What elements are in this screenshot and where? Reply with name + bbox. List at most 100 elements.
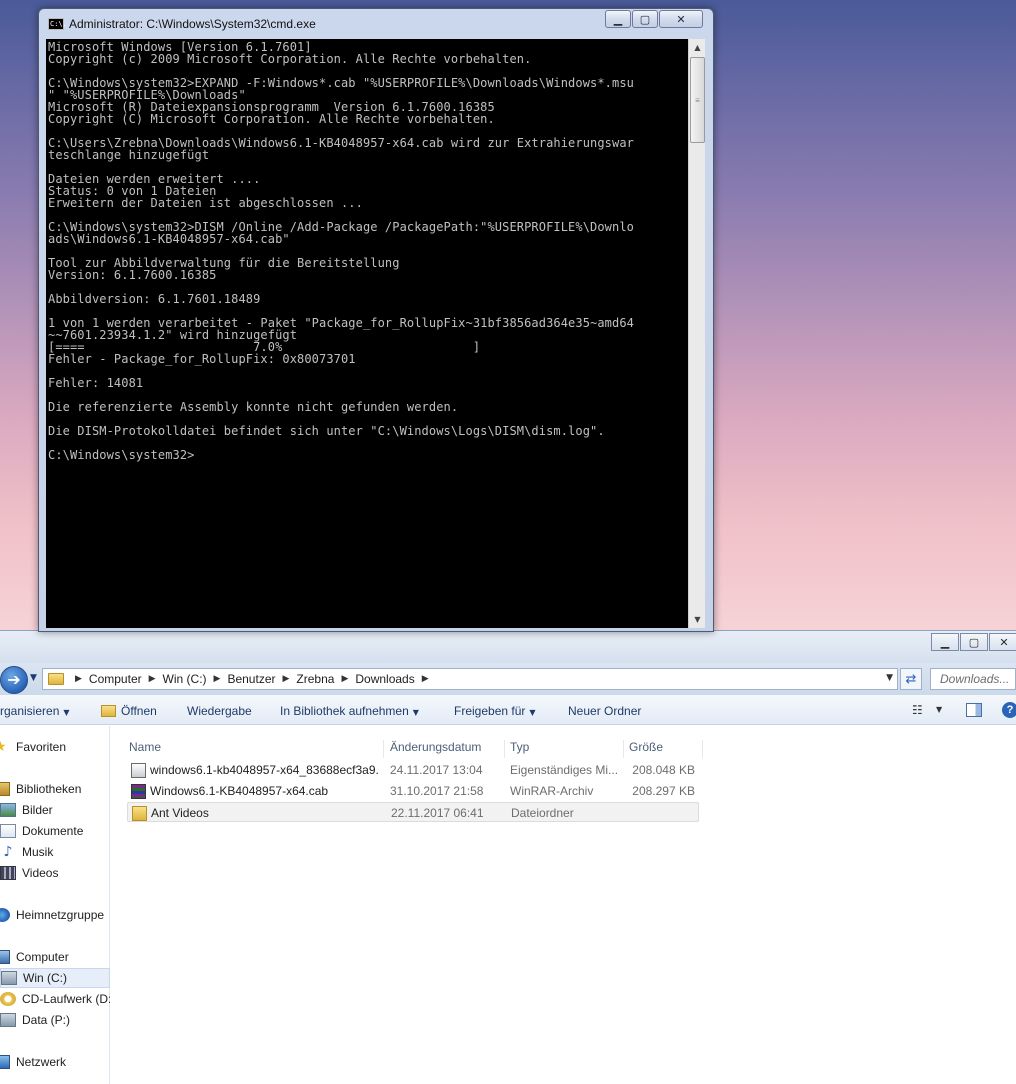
file-name: windows6.1-kb4048957-x64_83688ecf3a9... bbox=[150, 763, 380, 777]
file-name: Ant Videos bbox=[151, 806, 209, 820]
new-folder-label: Neuer Ordner bbox=[568, 704, 642, 718]
breadcrumb-separator-icon[interactable]: ▶ bbox=[149, 674, 156, 684]
file-row[interactable]: Windows6.1-KB4048957-x64.cab 31.10.2017 … bbox=[127, 781, 699, 801]
play-label: Wiedergabe bbox=[187, 704, 252, 718]
file-type: WinRAR-Archiv bbox=[510, 784, 594, 798]
history-dropdown-icon[interactable]: ▼ bbox=[30, 673, 37, 683]
nav-item-pictures[interactable]: Bilder bbox=[0, 800, 110, 820]
address-dropdown-icon[interactable]: ▼ bbox=[886, 673, 893, 683]
console-scrollbar[interactable]: ▲ ≡ ▼ bbox=[688, 39, 705, 628]
scroll-down-arrow-icon[interactable]: ▼ bbox=[689, 611, 706, 628]
organize-button[interactable]: rganisieren ▼ bbox=[0, 704, 70, 718]
help-icon[interactable]: ? bbox=[1002, 702, 1016, 718]
file-date: 31.10.2017 21:58 bbox=[390, 784, 484, 798]
breadcrumb-win-c[interactable]: Win (C:) bbox=[163, 672, 207, 686]
cmd-window-title: Administrator: C:\Windows\System32\cmd.e… bbox=[69, 17, 316, 31]
file-list: Name Änderungsdatum Typ Größe windows6.1… bbox=[111, 726, 1016, 1084]
column-header-size[interactable]: Größe bbox=[625, 740, 703, 758]
nav-item-label: Bibliotheken bbox=[16, 782, 82, 796]
explorer-minimize-button[interactable]: ▁ bbox=[931, 633, 959, 651]
nav-item-cd-drive[interactable]: CD-Laufwerk (D: bbox=[0, 989, 110, 1009]
windows-drive-icon bbox=[1, 971, 17, 985]
file-size: 208.048 KB bbox=[632, 763, 695, 777]
network-icon bbox=[0, 1055, 10, 1069]
breadcrumb-separator-icon[interactable]: ▶ bbox=[341, 674, 348, 684]
breadcrumb-separator-icon[interactable]: ▶ bbox=[282, 674, 289, 684]
file-type: Eigenständiges Mi... bbox=[510, 763, 619, 777]
cmd-maximize-button[interactable]: ▢ bbox=[632, 10, 658, 28]
scrollbar-thumb[interactable]: ≡ bbox=[690, 57, 705, 143]
file-date: 22.11.2017 06:41 bbox=[391, 806, 484, 820]
homegroup-icon bbox=[0, 908, 10, 922]
refresh-icon[interactable]: ⇄ bbox=[900, 668, 922, 690]
cmd-window: C:\. Administrator: C:\Windows\System32\… bbox=[38, 8, 714, 632]
chevron-down-icon: ▼ bbox=[412, 708, 419, 717]
drive-icon bbox=[0, 1013, 16, 1027]
address-bar[interactable]: ▶ Computer ▶ Win (C:) ▶ Benutzer ▶ Zrebn… bbox=[42, 668, 898, 690]
nav-item-label: CD-Laufwerk (D: bbox=[22, 992, 110, 1006]
nav-item-label: Bilder bbox=[22, 803, 53, 817]
scroll-up-arrow-icon[interactable]: ▲ bbox=[689, 39, 706, 56]
nav-item-label: Heimnetzgruppe bbox=[16, 908, 105, 922]
view-options-dropdown-icon[interactable]: ▼ bbox=[936, 705, 942, 714]
explorer-close-button[interactable]: ✕ bbox=[989, 633, 1016, 651]
file-type: Dateiordner bbox=[511, 806, 574, 820]
nav-item-label: Musik bbox=[22, 845, 54, 859]
column-header-name[interactable]: Name bbox=[125, 740, 384, 758]
organize-label: rganisieren bbox=[0, 704, 60, 718]
command-bar: rganisieren ▼ Öffnen Wiedergabe In Biblio… bbox=[0, 695, 1016, 725]
breadcrumb-zrebna[interactable]: Zrebna bbox=[296, 672, 334, 686]
nav-item-label: Videos bbox=[22, 866, 59, 880]
cmd-app-icon[interactable]: C:\. bbox=[48, 18, 67, 30]
column-header-date[interactable]: Änderungsdatum bbox=[386, 740, 505, 758]
explorer-titlebar: ▁ ▢ ✕ bbox=[0, 631, 1016, 663]
console-output[interactable]: Microsoft Windows [Version 6.1.7601] Cop… bbox=[46, 39, 688, 628]
video-film-icon bbox=[0, 866, 16, 880]
nav-item-label: Win (C:) bbox=[23, 971, 67, 985]
share-with-button[interactable]: Freigeben für ▼ bbox=[454, 704, 536, 718]
nav-item-favorites[interactable]: ★ Favoriten bbox=[0, 737, 110, 757]
include-library-label: In Bibliothek aufnehmen bbox=[280, 704, 409, 718]
column-header-type[interactable]: Typ bbox=[506, 740, 624, 758]
open-button[interactable]: Öffnen bbox=[101, 704, 157, 718]
file-size: 208.297 KB bbox=[632, 784, 695, 798]
nav-item-homegroup[interactable]: Heimnetzgruppe bbox=[0, 905, 110, 925]
breadcrumb-computer[interactable]: Computer bbox=[89, 672, 142, 686]
explorer-maximize-button[interactable]: ▢ bbox=[960, 633, 988, 651]
breadcrumb-benutzer[interactable]: Benutzer bbox=[227, 672, 275, 686]
chevron-down-icon: ▼ bbox=[529, 708, 536, 717]
nav-item-label: Favoriten bbox=[16, 740, 67, 754]
breadcrumb-downloads[interactable]: Downloads bbox=[355, 672, 414, 686]
back-arrow-icon[interactable]: ➔ bbox=[0, 666, 28, 694]
preview-pane-icon[interactable] bbox=[966, 703, 982, 717]
music-note-icon: ♪ bbox=[3, 844, 13, 860]
cmd-minimize-button[interactable]: ▁ bbox=[605, 10, 631, 28]
cmd-close-button[interactable]: ✕ bbox=[659, 10, 703, 28]
open-label: Öffnen bbox=[121, 704, 157, 718]
nav-item-win-c[interactable]: Win (C:) bbox=[0, 968, 110, 988]
breadcrumb-separator-icon[interactable]: ▶ bbox=[422, 674, 429, 684]
nav-item-network[interactable]: Netzwerk bbox=[0, 1052, 110, 1072]
nav-item-videos[interactable]: Videos bbox=[0, 863, 110, 883]
breadcrumb-separator-icon[interactable]: ▶ bbox=[75, 674, 82, 684]
nav-item-computer[interactable]: Computer bbox=[0, 947, 110, 967]
nav-item-libraries[interactable]: Bibliotheken bbox=[0, 779, 110, 799]
search-input[interactable]: Downloads... bbox=[930, 668, 1016, 690]
folder-icon bbox=[132, 806, 147, 821]
breadcrumb-separator-icon[interactable]: ▶ bbox=[214, 674, 221, 684]
file-row[interactable]: Ant Videos 22.11.2017 06:41 Dateiordner bbox=[127, 802, 699, 822]
new-folder-button[interactable]: Neuer Ordner bbox=[568, 704, 641, 718]
change-view-icon[interactable]: ☷ bbox=[912, 703, 923, 717]
pictures-icon bbox=[0, 803, 16, 817]
navigation-pane: ★ Favoriten Bibliotheken Bilder Dokument… bbox=[0, 726, 110, 1084]
nav-item-music[interactable]: ♪ Musik bbox=[0, 842, 110, 862]
nav-item-label: Netzwerk bbox=[16, 1055, 67, 1069]
nav-item-documents[interactable]: Dokumente bbox=[0, 821, 110, 841]
library-icon bbox=[0, 782, 10, 796]
play-button[interactable]: Wiedergabe bbox=[187, 704, 252, 718]
file-row[interactable]: windows6.1-kb4048957-x64_83688ecf3a9... … bbox=[127, 760, 699, 780]
documents-icon bbox=[0, 824, 16, 838]
nav-item-data-p[interactable]: Data (P:) bbox=[0, 1010, 110, 1030]
nav-item-label: Data (P:) bbox=[22, 1013, 71, 1027]
include-library-button[interactable]: In Bibliothek aufnehmen ▼ bbox=[280, 704, 419, 718]
